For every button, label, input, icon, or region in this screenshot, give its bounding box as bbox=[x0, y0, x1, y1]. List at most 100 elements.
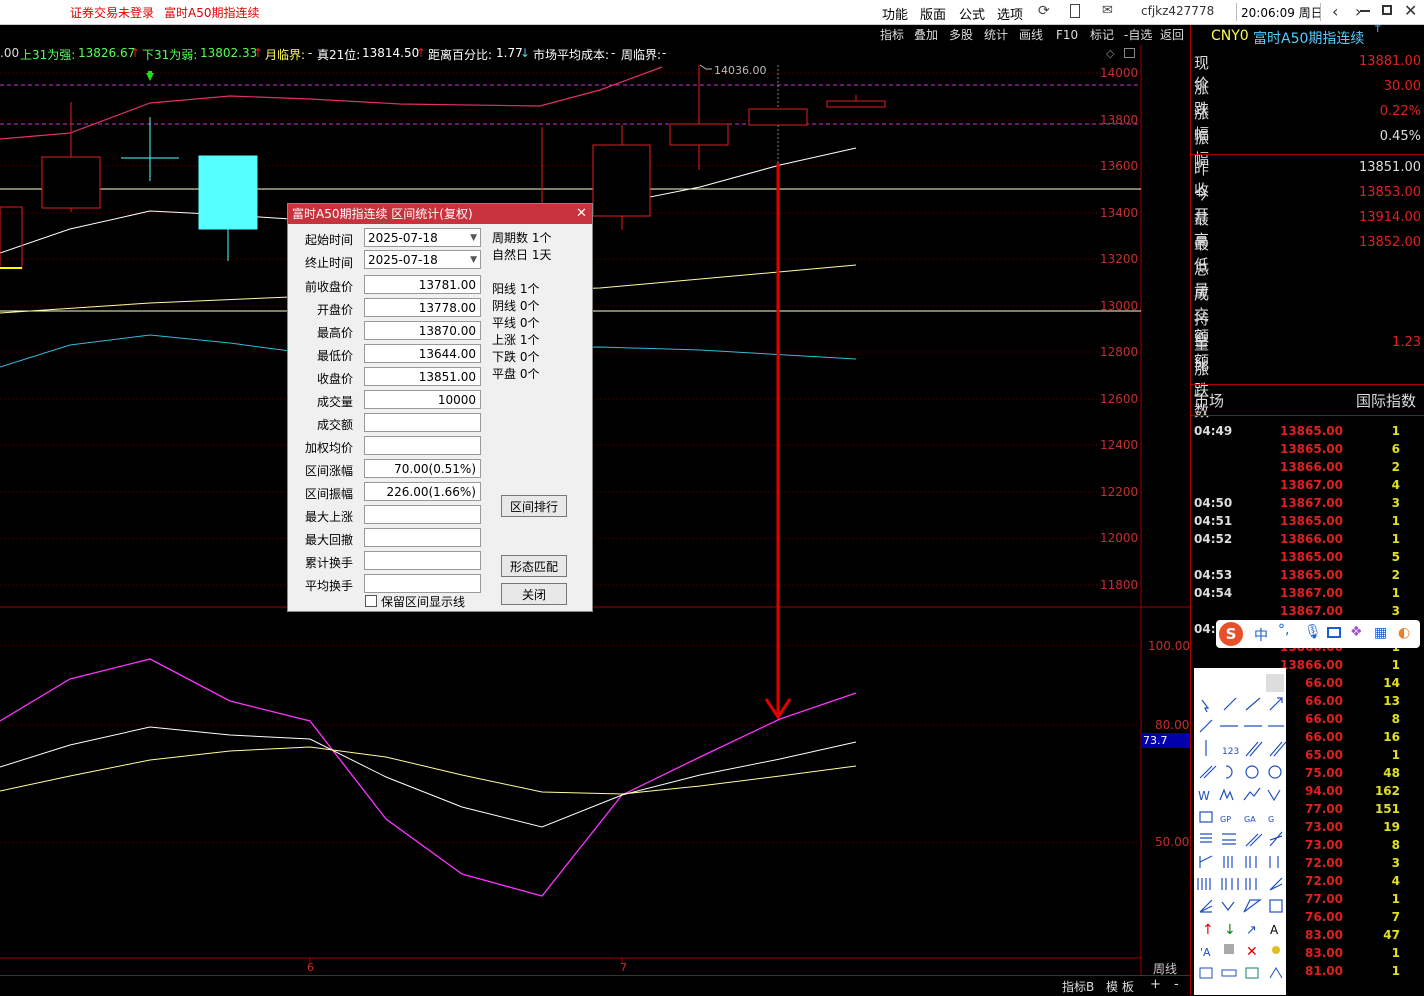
v-tool-icon bbox=[1267, 789, 1281, 802]
field-value[interactable]: 13778.00 bbox=[364, 298, 481, 317]
panel-close-icon[interactable] bbox=[1266, 674, 1284, 692]
down31-value: 13802.33 bbox=[200, 46, 258, 60]
field-value[interactable] bbox=[364, 528, 481, 547]
toolbar-return[interactable]: 返回 bbox=[1160, 27, 1184, 43]
mascot-icon[interactable]: ◐ bbox=[1398, 625, 1410, 641]
field-label: 最大上涨 bbox=[304, 510, 353, 524]
interval-stats-dialog: 富时A50期指连续 区间统计(复权) ✕ 起始时间 2025-07-18 ▼ 终… bbox=[287, 203, 593, 612]
chevron-down-icon[interactable]: ▼ bbox=[470, 229, 477, 248]
tick-row: 04:49 13865.00 1 bbox=[1191, 424, 1424, 442]
diamond-icon[interactable]: ◇ bbox=[1106, 47, 1114, 60]
speed-tool-icon bbox=[1245, 833, 1263, 847]
tab-indicator-b[interactable]: 指标B bbox=[1062, 978, 1094, 995]
ime-mode-toggle[interactable]: 中 bbox=[1254, 625, 1268, 645]
tick-row: 04:52 13866.00 1 bbox=[1191, 532, 1424, 550]
ime-toolbar[interactable]: S 中 °, 🎙 ❖ ▦ ◐ bbox=[1216, 620, 1420, 648]
text-mark-icon: A bbox=[1270, 923, 1279, 937]
field-value[interactable] bbox=[364, 551, 481, 570]
delete-mark-icon: ✕ bbox=[1246, 944, 1258, 960]
interval-rank-button[interactable]: 区间排行 bbox=[501, 495, 567, 517]
start-date-value: 2025-07-18 bbox=[368, 231, 438, 245]
tick-price: 66.00 bbox=[1305, 712, 1343, 726]
toolbar-draw[interactable]: 画线 bbox=[1019, 27, 1043, 43]
refresh-icon[interactable]: ⟳ bbox=[1038, 3, 1050, 19]
field-value[interactable]: 70.00(0.51%) bbox=[364, 459, 481, 478]
keep-lines-checkbox[interactable] bbox=[365, 595, 377, 607]
stat-unchanged: 平盘 0个 bbox=[492, 367, 540, 381]
tick-volume: 3 bbox=[1391, 604, 1400, 618]
toolbar-mark[interactable]: 标记 bbox=[1090, 27, 1114, 43]
field-value[interactable]: 10000 bbox=[364, 390, 481, 409]
y-label: 11800 bbox=[1100, 578, 1139, 592]
toolbar-multi-stock[interactable]: 多股 bbox=[949, 27, 973, 43]
tick-volume: 1 bbox=[1391, 514, 1400, 528]
login-warning[interactable]: 证券交易未登录 bbox=[70, 4, 154, 21]
menu-layout[interactable]: 版面 bbox=[920, 4, 946, 23]
field-label: 成交量 bbox=[316, 395, 353, 409]
minimize-icon[interactable] bbox=[1360, 10, 1370, 12]
field-value[interactable] bbox=[364, 505, 481, 524]
chart-toolbar: 指标 叠加 多股 统计 画线 F10 标记 -自选 返回 bbox=[0, 25, 1190, 45]
keyboard-icon[interactable] bbox=[1327, 627, 1341, 638]
divider bbox=[1191, 415, 1424, 416]
tab-template[interactable]: 模 板 bbox=[1106, 978, 1134, 995]
pattern-match-button[interactable]: 形态匹配 bbox=[501, 555, 567, 577]
text-box-icon: 'A bbox=[1200, 946, 1211, 959]
menu-options[interactable]: 选项 bbox=[997, 4, 1023, 23]
field-value[interactable] bbox=[364, 574, 481, 593]
instrument-title: 富时A50期指连续 bbox=[164, 6, 260, 20]
dialog-close-icon[interactable]: ✕ bbox=[576, 204, 587, 224]
toolbar-indicator[interactable]: 指标 bbox=[880, 27, 904, 43]
toolbar-watchlist[interactable]: -自选 bbox=[1124, 27, 1152, 43]
zoom-in-button[interactable]: + bbox=[1150, 977, 1161, 992]
menu-function[interactable]: 功能 bbox=[882, 4, 908, 23]
field-label: 成交额 bbox=[316, 418, 353, 432]
field-value[interactable]: 13781.00 bbox=[364, 275, 481, 294]
field-value[interactable] bbox=[364, 413, 481, 432]
punctuation-icon[interactable]: °, bbox=[1278, 622, 1289, 638]
avg-cost-label: 市场平均成本: bbox=[533, 48, 610, 62]
kline-chart[interactable]: 14036.00 bbox=[0, 45, 1190, 975]
menu-formula[interactable]: 公式 bbox=[959, 4, 985, 23]
tick-row: 13865.00 5 bbox=[1191, 550, 1424, 568]
tick-price: 66.00 bbox=[1305, 730, 1343, 744]
separator bbox=[1236, 3, 1237, 21]
field-value[interactable]: 226.00(1.66%) bbox=[364, 482, 481, 501]
period-count: 周期数 1个 bbox=[492, 231, 552, 245]
mail-icon[interactable]: ✉ bbox=[1102, 3, 1113, 18]
tick-price: 83.00 bbox=[1305, 946, 1343, 960]
toolbar-overlay[interactable]: 叠加 bbox=[914, 27, 938, 43]
toolbar-f10[interactable]: F10 bbox=[1056, 27, 1078, 43]
tick-price: 13865.00 bbox=[1279, 568, 1343, 582]
close-icon[interactable]: ✕ bbox=[1404, 1, 1417, 20]
up-arrow-mark-icon: ↑ bbox=[1202, 922, 1214, 938]
toolbar-stats[interactable]: 统计 bbox=[984, 27, 1008, 43]
close-button[interactable]: 关闭 bbox=[501, 583, 567, 605]
instrument-code: CNY0 bbox=[1211, 28, 1249, 44]
tick-time: 04:52 bbox=[1194, 532, 1233, 546]
chevron-down-icon[interactable]: ▼ bbox=[470, 251, 477, 270]
end-date-picker[interactable]: 2025-07-18 ▼ bbox=[364, 250, 481, 269]
field-value[interactable] bbox=[364, 436, 481, 455]
start-date-picker[interactable]: 2025-07-18 ▼ bbox=[364, 228, 481, 247]
toolbox-icon[interactable]: ▦ bbox=[1374, 625, 1387, 641]
user-name[interactable]: cfjkz427778 bbox=[1141, 4, 1214, 18]
up31-value: 13826.67 bbox=[78, 46, 136, 60]
dialog-title-bar[interactable]: 富时A50期指连续 区间统计(复权) ✕ bbox=[288, 204, 592, 224]
field-value[interactable]: 13851.00 bbox=[364, 367, 481, 386]
field-value[interactable]: 13644.00 bbox=[364, 344, 481, 363]
sogou-logo-icon[interactable]: S bbox=[1219, 622, 1243, 646]
zoom-out-button[interactable]: - bbox=[1174, 977, 1179, 992]
skin-icon[interactable]: ❖ bbox=[1350, 624, 1363, 640]
y-label: 13000 bbox=[1100, 299, 1139, 313]
back-icon[interactable]: ‹ bbox=[1332, 2, 1338, 21]
restore-icon[interactable] bbox=[1382, 5, 1392, 15]
phone-icon[interactable] bbox=[1070, 4, 1080, 18]
field-value[interactable]: 13870.00 bbox=[364, 321, 481, 340]
panel-toggle-icon[interactable] bbox=[1124, 48, 1135, 58]
lucas-tool-icon bbox=[1245, 878, 1257, 890]
svg-text:123: 123 bbox=[1222, 747, 1239, 757]
tick-volume: 1 bbox=[1391, 892, 1400, 906]
microphone-icon[interactable]: 🎙 bbox=[1304, 624, 1322, 640]
drawing-tools-grid[interactable]: 123 W GP GA G ↑ ↓ ↗ A 'A ✕ bbox=[1194, 694, 1286, 994]
